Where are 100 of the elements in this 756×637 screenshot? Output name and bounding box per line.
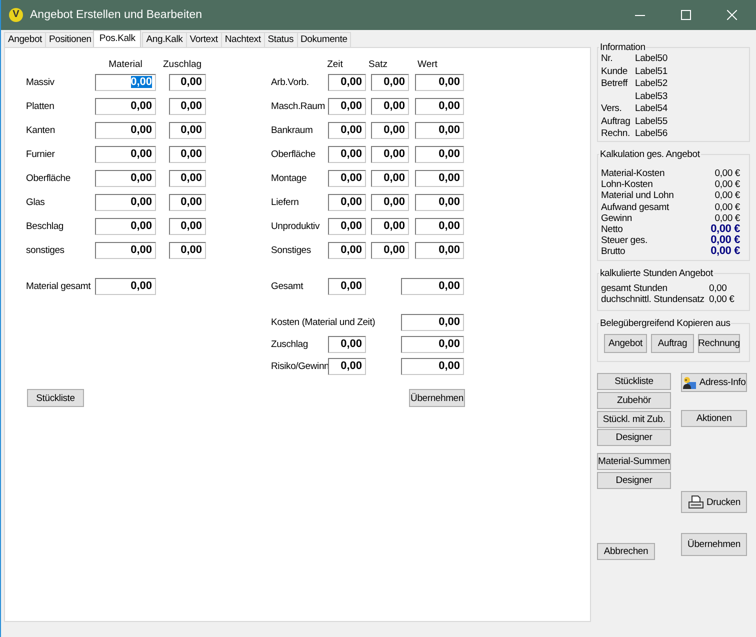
printer-icon xyxy=(688,494,704,510)
number-field[interactable]: 0,00 xyxy=(371,122,409,138)
number-field[interactable]: 0,00 xyxy=(328,98,366,114)
number-field[interactable]: 0,00 xyxy=(328,278,366,294)
maximize-icon[interactable] xyxy=(681,10,691,20)
number-field[interactable]: 0,00 xyxy=(328,358,366,374)
number-field[interactable]: 0,00 xyxy=(328,194,366,210)
info-label: Rechn. xyxy=(601,128,630,139)
number-field[interactable]: 0,00 xyxy=(169,146,206,162)
number-field[interactable]: 0,00 xyxy=(95,74,156,90)
action-button[interactable]: Adress-Info xyxy=(681,373,747,392)
field-label: Unproduktiv xyxy=(271,220,321,232)
action-button[interactable]: Zubehör xyxy=(597,392,671,409)
number-field[interactable]: 0,00 xyxy=(95,242,156,258)
action-button[interactable]: Stückl. mit Zub. xyxy=(597,411,671,428)
number-field[interactable]: 0,00 xyxy=(371,194,409,210)
info-label: Vers. xyxy=(601,103,622,114)
summary-value: 0,00 € xyxy=(710,246,740,258)
column-header: Wert xyxy=(416,59,438,70)
copy-button[interactable]: Rechnung xyxy=(698,334,740,353)
number-field[interactable]: 0,00 xyxy=(415,218,464,234)
number-field[interactable]: 0,00 xyxy=(328,146,366,162)
number-field[interactable]: 0,00 xyxy=(95,146,156,162)
number-field[interactable]: 0,00 xyxy=(401,278,464,294)
field-label: Material gesamt xyxy=(26,280,92,292)
field-label: Kosten (Material und Zeit) xyxy=(271,316,376,328)
number-field[interactable]: 0,00 xyxy=(169,242,206,258)
number-field[interactable]: 0,00 xyxy=(328,74,366,90)
summary-value: 0,00 xyxy=(709,283,728,294)
number-field[interactable]: 0,00 xyxy=(415,194,464,210)
action-button[interactable]: Material-Summen xyxy=(597,453,671,470)
number-field[interactable]: 0,00 xyxy=(95,194,156,210)
info-value: Label50 xyxy=(635,53,668,66)
summary-value: 0,00 € xyxy=(710,224,740,236)
action-button[interactable]: Drucken xyxy=(681,491,747,513)
summary-label: Material-Kosten xyxy=(601,168,665,180)
number-field[interactable]: 0,00 xyxy=(169,98,206,114)
number-field[interactable]: 0,00 xyxy=(415,122,464,138)
copy-button[interactable]: Auftrag xyxy=(651,334,694,353)
number-field[interactable]: 0,00 xyxy=(169,74,206,90)
number-field[interactable]: 0,00 xyxy=(401,358,464,374)
number-field[interactable]: 0,00 xyxy=(415,242,464,258)
number-field[interactable]: 0,00 xyxy=(328,242,366,258)
summary-label: Lohn-Kosten xyxy=(601,179,653,190)
number-field[interactable]: 0,00 xyxy=(415,170,464,186)
number-field[interactable]: 0,00 xyxy=(95,122,156,138)
number-field[interactable]: 0,00 xyxy=(328,170,366,186)
number-field[interactable]: 0,00 xyxy=(371,242,409,258)
action-button[interactable]: Abbrechen xyxy=(597,543,655,560)
action-button[interactable]: Stückliste xyxy=(597,373,671,390)
summary-label: Netto xyxy=(601,224,623,236)
action-button[interactable]: Designer xyxy=(597,472,671,489)
number-field[interactable]: 0,00 xyxy=(95,278,156,294)
number-field[interactable]: 0,00 xyxy=(371,98,409,114)
number-field[interactable]: 0,00 xyxy=(95,218,156,234)
info-value: Label52 xyxy=(635,78,668,90)
action-button[interactable]: Übernehmen xyxy=(681,533,747,556)
summary-value: 0,00 € xyxy=(714,190,740,202)
info-value: Label55 xyxy=(635,116,668,128)
person-card-icon xyxy=(682,376,696,390)
number-field[interactable]: 0,00 xyxy=(415,74,464,90)
number-field[interactable]: 0,00 xyxy=(371,146,409,162)
close-icon[interactable] xyxy=(727,10,737,20)
info-value: Label51 xyxy=(635,66,668,78)
number-field[interactable]: 0,00 xyxy=(169,122,206,138)
number-field[interactable]: 0,00 xyxy=(401,314,464,330)
apply-button[interactable]: Übernehmen xyxy=(409,389,465,407)
number-field[interactable]: 0,00 xyxy=(328,336,366,352)
field-label: Arb.Vorb. xyxy=(271,76,310,88)
number-field[interactable]: 0,00 xyxy=(95,170,156,186)
field-label: Gesamt xyxy=(271,280,304,292)
field-label: Oberfläche xyxy=(271,148,316,160)
number-field[interactable]: 0,00 xyxy=(169,218,206,234)
number-field[interactable]: 0,00 xyxy=(169,170,206,186)
field-label: Risiko/Gewinn xyxy=(271,360,328,372)
tab[interactable]: Dokumente xyxy=(296,32,352,47)
number-field[interactable]: 0,00 xyxy=(95,98,156,114)
info-value: Label56 xyxy=(635,128,668,140)
number-field[interactable]: 0,00 xyxy=(415,98,464,114)
number-field[interactable]: 0,00 xyxy=(328,122,366,138)
action-button[interactable]: Designer xyxy=(597,429,671,446)
action-button[interactable]: Aktionen xyxy=(681,410,747,427)
tab[interactable]: Ang.Kalk xyxy=(142,32,187,47)
info-value: Label53 xyxy=(635,90,668,103)
tab[interactable]: Pos.Kalk xyxy=(93,30,142,47)
summary-label: Brutto xyxy=(601,246,626,258)
parts-list-button[interactable]: Stückliste xyxy=(27,389,84,407)
copy-button[interactable]: Angebot xyxy=(604,334,647,353)
number-field[interactable]: 0,00 xyxy=(371,170,409,186)
number-field[interactable]: 0,00 xyxy=(169,194,206,210)
number-field[interactable]: 0,00 xyxy=(401,336,464,352)
info-label: Betreff xyxy=(601,78,628,89)
number-field[interactable]: 0,00 xyxy=(415,146,464,162)
number-field[interactable]: 0,00 xyxy=(328,218,366,234)
field-label: Liefern xyxy=(271,196,300,208)
number-field[interactable]: 0,00 xyxy=(371,218,409,234)
tab[interactable]: Angebot xyxy=(4,32,46,47)
field-label: sonstiges xyxy=(26,244,66,256)
number-field[interactable]: 0,00 xyxy=(371,74,409,90)
group-title: Information xyxy=(599,42,646,53)
